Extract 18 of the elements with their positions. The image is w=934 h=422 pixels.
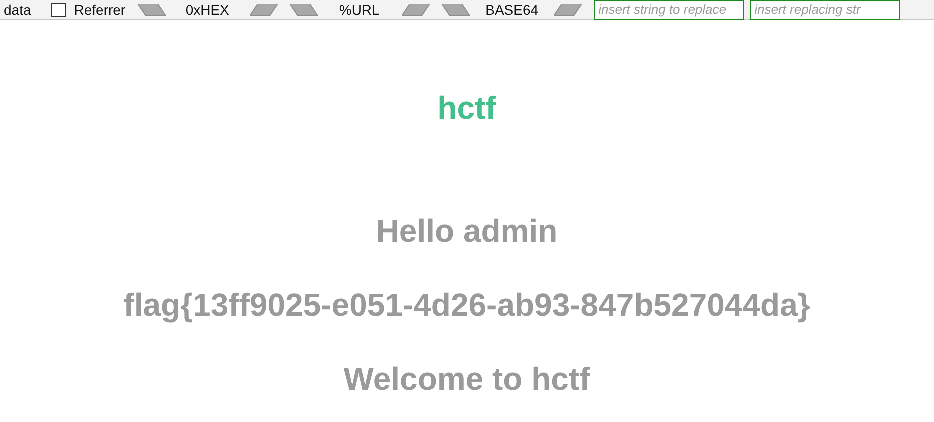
right-arrow-icon[interactable] (554, 4, 582, 16)
page-title: hctf (438, 89, 496, 128)
right-arrow-icon[interactable] (402, 4, 430, 16)
left-arrow-icon[interactable] (290, 4, 318, 16)
heading-text: Welcome to hctf (344, 360, 590, 399)
left-arrow-icon[interactable] (442, 4, 470, 16)
replace-input-field[interactable]: insert string to replace (594, 0, 744, 20)
right-arrow-icon[interactable] (250, 4, 278, 16)
encoder-label: 0xHEX (184, 2, 230, 16)
encoder-label: BASE64 (486, 2, 538, 16)
encoder-label: %URL (338, 2, 381, 16)
left-arrow-icon[interactable] (138, 4, 166, 16)
referrer-label: Referrer (74, 2, 126, 16)
referrer-checkbox[interactable] (51, 2, 66, 16)
heading-text: Hello admin (376, 212, 558, 251)
heading-text: flag{13ff9025-e051-4d26-ab93-847b527044da} (124, 286, 810, 325)
post-data-label: data (4, 2, 32, 16)
replace-input-field[interactable]: insert replacing str (750, 0, 900, 20)
